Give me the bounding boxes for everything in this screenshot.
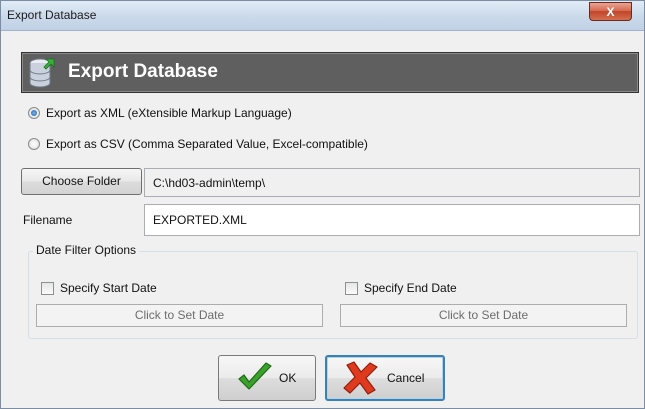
window-title: Export Database — [7, 8, 97, 22]
checkmark-icon — [238, 362, 272, 390]
end-date-button[interactable]: Click to Set Date — [340, 304, 627, 327]
export-xml-option[interactable]: Export as XML (eXtensible Markup Languag… — [28, 104, 292, 122]
start-date-option[interactable]: Specify Start Date — [41, 280, 157, 296]
export-csv-option[interactable]: Export as CSV (Comma Separated Value, Ex… — [28, 135, 368, 153]
ok-button[interactable]: OK — [218, 355, 316, 401]
cancel-x-icon — [343, 361, 378, 395]
start-date-checkbox[interactable] — [41, 281, 54, 295]
filename-value: EXPORTED.XML — [153, 213, 247, 227]
export-database-dialog: Export Database X Export Database Export… — [0, 0, 645, 409]
end-date-checkbox[interactable] — [345, 281, 358, 295]
filename-label: Filename — [23, 213, 73, 227]
cancel-label: Cancel — [387, 371, 425, 385]
date-filter-title: Date Filter Options — [33, 243, 140, 257]
cancel-button[interactable]: Cancel — [325, 355, 445, 401]
end-date-option[interactable]: Specify End Date — [345, 280, 457, 296]
close-button[interactable]: X — [589, 2, 632, 21]
folder-path-value: C:\hd03-admin\temp\ — [153, 175, 266, 190]
filename-input[interactable]: EXPORTED.XML — [144, 204, 640, 236]
title-bar[interactable]: Export Database X — [1, 1, 644, 31]
csv-radio-label: Export as CSV (Comma Separated Value, Ex… — [46, 137, 368, 151]
end-date-label: Specify End Date — [364, 281, 457, 295]
choose-folder-button[interactable]: Choose Folder — [21, 168, 142, 195]
banner-title: Export Database — [68, 61, 218, 82]
ok-label: OK — [279, 371, 297, 385]
csv-radio[interactable] — [28, 138, 40, 150]
start-date-button[interactable]: Click to Set Date — [36, 304, 323, 327]
folder-path-field: C:\hd03-admin\temp\ — [144, 168, 640, 197]
start-date-label: Specify Start Date — [60, 281, 157, 295]
xml-radio-label: Export as XML (eXtensible Markup Languag… — [46, 106, 292, 120]
header-banner: Export Database — [21, 52, 639, 93]
xml-radio[interactable] — [28, 107, 40, 119]
database-export-icon — [29, 58, 55, 88]
